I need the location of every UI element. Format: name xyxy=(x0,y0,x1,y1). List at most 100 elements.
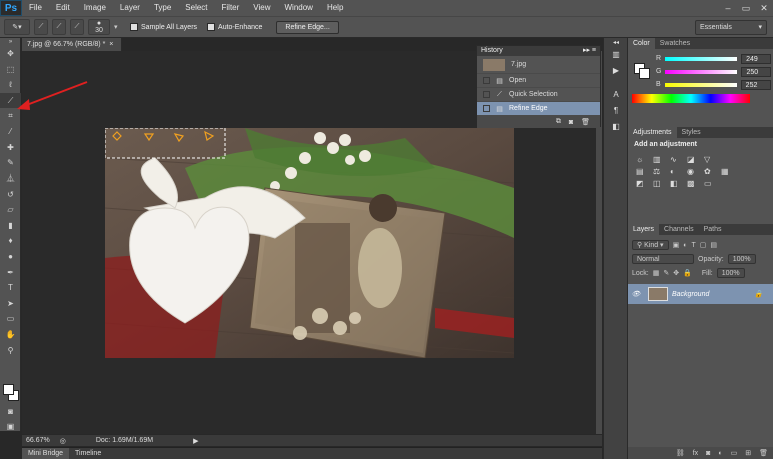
tab-paths[interactable]: Paths xyxy=(699,224,727,235)
layer-row-background[interactable]: 👁 Background 🔒 xyxy=(628,284,773,304)
new-adjustment-layer-icon[interactable]: ◐ xyxy=(718,450,722,457)
menu-help[interactable]: Help xyxy=(320,0,350,16)
levels-icon[interactable]: ▥ xyxy=(653,155,667,164)
crop-tool-icon[interactable]: ⌗ xyxy=(0,108,21,124)
subtract-from-selection-button[interactable]: ⟋ xyxy=(70,19,84,35)
black-white-icon[interactable]: ◐ xyxy=(670,167,684,176)
actions-panel-icon[interactable]: ▶ xyxy=(604,62,628,78)
menu-edit[interactable]: Edit xyxy=(49,0,77,16)
filter-smart-object-icon[interactable]: ▤ xyxy=(710,241,717,249)
color-spectrum-bar[interactable] xyxy=(632,94,750,103)
blue-slider[interactable] xyxy=(664,82,737,87)
path-selection-tool-icon[interactable]: ➤ xyxy=(0,296,21,312)
fill-field[interactable]: 100% xyxy=(716,268,745,278)
zoom-level[interactable]: 66.67% xyxy=(26,437,50,444)
document-tab[interactable]: 7.jpg @ 66.7% (RGB/8) * × xyxy=(22,38,122,51)
layer-mask-icon[interactable]: ◙ xyxy=(706,450,710,457)
posterize-icon[interactable]: ◫ xyxy=(653,179,667,188)
lasso-tool-icon[interactable]: ℓ xyxy=(0,77,21,93)
history-item[interactable]: ▤ Open xyxy=(477,74,600,88)
new-selection-button[interactable]: ⟋ xyxy=(34,19,48,35)
status-info-icon[interactable]: ◎ xyxy=(60,437,66,445)
layer-style-icon[interactable]: fx xyxy=(693,450,698,457)
history-brush-source-box[interactable] xyxy=(483,91,490,98)
pen-tool-icon[interactable]: ✒ xyxy=(0,264,21,280)
lock-position-icon[interactable]: ✥ xyxy=(673,269,679,277)
spot-healing-tool-icon[interactable]: ✚ xyxy=(0,140,21,156)
sample-all-layers-checkbox[interactable]: Sample All Layers xyxy=(130,23,197,31)
menu-select[interactable]: Select xyxy=(178,0,214,16)
collapse-tools-icon[interactable]: » xyxy=(0,38,21,46)
opacity-field[interactable]: 100% xyxy=(727,254,756,264)
collapse-strip-icon[interactable]: ◂◂ xyxy=(604,38,628,46)
camera-snapshot-icon[interactable]: ◙ xyxy=(569,119,573,126)
new-group-icon[interactable]: ▭ xyxy=(731,449,738,457)
character-panel-icon[interactable]: A xyxy=(604,86,628,102)
eraser-tool-icon[interactable]: ▱ xyxy=(0,202,21,218)
paragraph-panel-icon[interactable]: ¶ xyxy=(604,102,628,118)
green-slider[interactable] xyxy=(665,69,738,74)
tab-color[interactable]: Color xyxy=(628,38,655,49)
eye-visibility-icon[interactable]: 👁 xyxy=(628,290,644,298)
trash-icon[interactable]: 🗑 xyxy=(759,449,768,457)
tab-channels[interactable]: Channels xyxy=(659,224,699,235)
tab-timeline[interactable]: Timeline xyxy=(69,448,107,459)
color-balance-icon[interactable]: ⚖ xyxy=(653,167,667,176)
menu-image[interactable]: Image xyxy=(77,0,113,16)
new-layer-icon[interactable]: ⊞ xyxy=(745,449,751,457)
hand-tool-icon[interactable]: ✋ xyxy=(0,327,21,343)
color-swatches[interactable] xyxy=(3,384,19,402)
lock-all-icon[interactable]: 🔒 xyxy=(683,269,692,277)
photo-filter-icon[interactable]: ◉ xyxy=(687,167,701,176)
red-slider[interactable] xyxy=(665,56,738,61)
tool-preset-picker[interactable]: ✎▾ xyxy=(4,19,30,35)
trash-icon[interactable]: 🗑 xyxy=(581,118,590,126)
exposure-icon[interactable]: ◪ xyxy=(687,155,701,164)
invert-icon[interactable]: ◩ xyxy=(636,179,650,188)
zoom-tool-icon[interactable]: ⚲ xyxy=(0,342,21,358)
tab-mini-bridge[interactable]: Mini Bridge xyxy=(22,448,70,459)
menu-file[interactable]: File xyxy=(22,0,49,16)
quick-mask-icon[interactable]: ◙ xyxy=(0,404,21,420)
brush-size-dropdown-icon[interactable]: ▾ xyxy=(114,23,120,31)
history-item-selected[interactable]: ▤ Refine Edge xyxy=(477,102,600,116)
vibrance-icon[interactable]: ▽ xyxy=(704,155,718,164)
history-brush-source-box[interactable] xyxy=(483,77,490,84)
panel-menu-icon[interactable]: ▸▸ ≡ xyxy=(583,46,596,56)
background-color-swatch[interactable] xyxy=(639,68,650,79)
status-menu-arrow-icon[interactable]: ▶ xyxy=(193,437,198,445)
red-value-field[interactable]: 249 xyxy=(741,53,772,64)
quick-selection-tool-icon[interactable]: ⟋ xyxy=(0,92,21,109)
green-value-field[interactable]: 250 xyxy=(741,66,772,77)
tool-presets-icon[interactable]: ◧ xyxy=(604,118,628,134)
history-brush-tool-icon[interactable]: ↺ xyxy=(0,186,21,202)
filter-pixel-icon[interactable]: ▣ xyxy=(673,241,680,249)
refine-edge-button[interactable]: Refine Edge... xyxy=(276,20,339,34)
clone-stamp-tool-icon[interactable]: ⏅ xyxy=(0,171,21,187)
shape-tool-icon[interactable]: ▭ xyxy=(0,311,21,327)
add-to-selection-button[interactable]: ⟋ xyxy=(52,19,66,35)
brush-tool-icon[interactable]: ✎ xyxy=(0,155,21,171)
foreground-color-swatch[interactable] xyxy=(3,384,14,395)
maximize-button[interactable]: ▭ xyxy=(737,0,755,16)
eyedropper-tool-icon[interactable]: ⁄ xyxy=(0,124,21,140)
layer-name[interactable]: Background xyxy=(672,291,754,298)
filter-type-icon[interactable]: T xyxy=(691,242,695,249)
brush-size-picker[interactable]: ● 30 xyxy=(88,19,110,35)
layer-filter-dropdown[interactable]: ⚲ Kind ▾ xyxy=(632,240,669,250)
tab-layers[interactable]: Layers xyxy=(628,224,660,235)
minimize-button[interactable]: – xyxy=(719,0,737,16)
blend-mode-dropdown[interactable]: Normal xyxy=(632,254,694,264)
document-image[interactable] xyxy=(105,128,514,358)
selective-color-icon[interactable]: ▩ xyxy=(687,179,701,188)
gradient-map-icon[interactable]: ▭ xyxy=(704,179,718,188)
color-lookup-icon[interactable]: ▦ xyxy=(721,167,735,176)
history-item[interactable]: ⟋ Quick Selection xyxy=(477,88,600,102)
dodge-tool-icon[interactable]: ● xyxy=(0,249,21,265)
history-snapshot[interactable]: 7.jpg xyxy=(477,56,600,74)
menu-type[interactable]: Type xyxy=(147,0,178,16)
new-document-from-state-icon[interactable]: ⧉ xyxy=(556,118,561,126)
menu-window[interactable]: Window xyxy=(278,0,320,16)
screen-mode-icon[interactable]: ▣ xyxy=(0,419,21,435)
tab-swatches[interactable]: Swatches xyxy=(655,38,695,49)
